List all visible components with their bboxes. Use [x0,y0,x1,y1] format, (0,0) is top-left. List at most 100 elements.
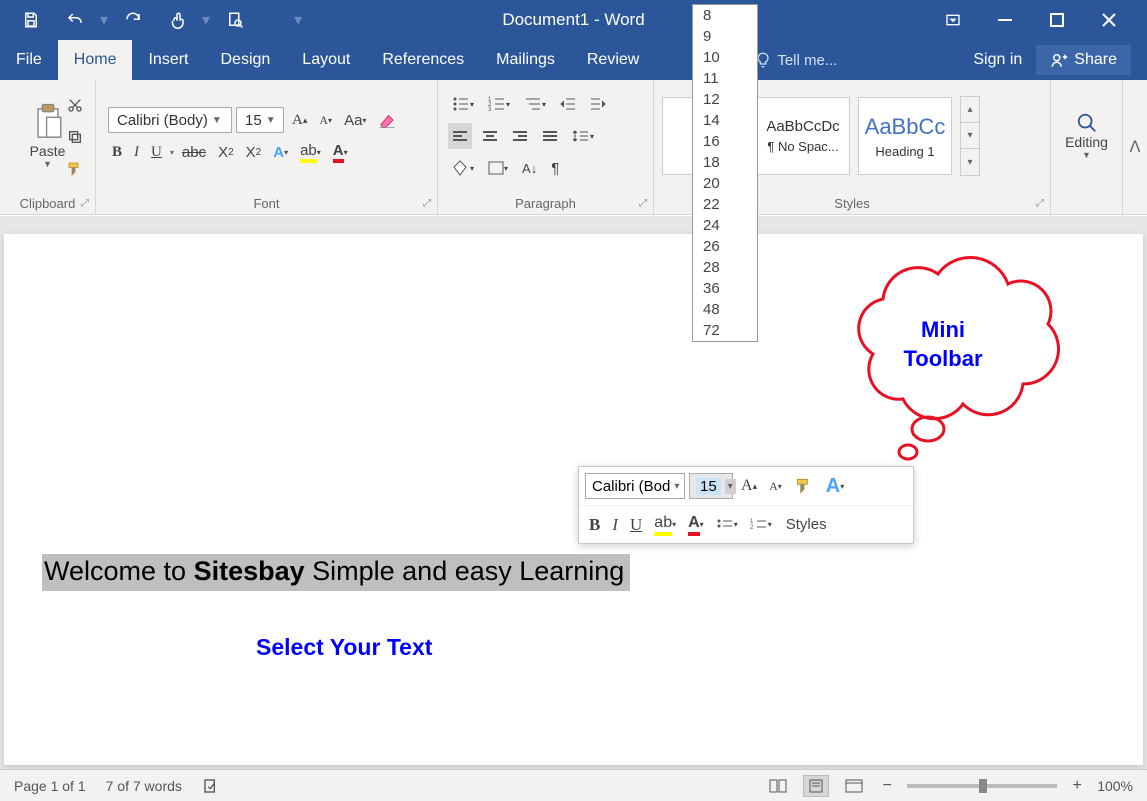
size-option[interactable]: 16 [693,131,757,152]
page-indicator[interactable]: Page 1 of 1 [14,778,86,794]
redo-icon[interactable] [120,7,146,33]
mini-size-combo[interactable]: 15▾ [689,473,733,499]
styles-more-icon[interactable]: ▾ [961,149,979,175]
tab-home[interactable]: Home [58,40,133,80]
styles-down-icon[interactable]: ▾ [961,123,979,149]
save-icon[interactable] [18,7,44,33]
font-size-combo[interactable]: 15▼ [236,107,284,133]
copy-icon[interactable] [62,124,88,150]
text-effects-icon[interactable]: A▾ [269,139,292,165]
tab-design[interactable]: Design [204,40,286,80]
format-painter-icon[interactable] [62,156,88,182]
line-spacing-icon[interactable]: ▾ [568,123,598,149]
tab-review[interactable]: Review [571,40,655,80]
style-no-spacing[interactable]: AaBbCcDc ¶ No Spac... [756,97,850,175]
decrease-font-icon[interactable]: A▾ [315,107,336,133]
show-marks-icon[interactable]: ¶ [547,155,563,181]
size-option[interactable]: 24 [693,215,757,236]
mini-numbering-icon[interactable]: 12▾ [746,516,776,534]
size-option[interactable]: 9 [693,26,757,47]
size-option[interactable]: 11 [693,68,757,89]
find-button[interactable]: Editing ▼ [1065,112,1108,160]
selected-text[interactable]: Welcome to Sitesbay Simple and easy Lear… [42,554,630,591]
mini-highlight-icon[interactable]: ab▾ [650,512,680,538]
print-layout-icon[interactable] [803,775,829,797]
font-launcher-icon[interactable]: ⤢ [423,198,431,209]
styles-up-icon[interactable]: ▴ [961,97,979,123]
shading-icon[interactable]: ▾ [448,155,478,181]
bullets-icon[interactable]: ▾ [448,91,478,117]
mini-decrease-font-icon[interactable]: A▾ [765,477,786,496]
tell-me-search[interactable]: Tell me... [755,40,837,80]
size-option[interactable]: 12 [693,89,757,110]
cut-icon[interactable] [62,92,88,118]
print-preview-icon[interactable] [222,7,248,33]
paste-button[interactable]: Paste ▼ [30,103,66,169]
font-color-icon[interactable]: A▾ [329,139,352,165]
bold-button[interactable]: B [108,139,126,165]
mini-bullets-icon[interactable]: ▾ [712,516,742,534]
size-option[interactable]: 10 [693,47,757,68]
undo-icon[interactable] [62,7,88,33]
size-option[interactable]: 20 [693,173,757,194]
maximize-icon[interactable] [1043,6,1071,34]
ribbon-display-icon[interactable] [939,6,967,34]
mini-format-painter-icon[interactable] [790,474,818,498]
underline-button[interactable]: U [147,139,166,165]
collapse-ribbon-icon[interactable]: ᐱ [1123,80,1147,214]
justify-icon[interactable] [538,123,562,149]
numbering-icon[interactable]: 123▾ [484,91,514,117]
size-option[interactable]: 18 [693,152,757,173]
size-option[interactable]: 28 [693,257,757,278]
spellcheck-icon[interactable] [202,778,220,794]
minimize-icon[interactable] [991,6,1019,34]
tab-references[interactable]: References [366,40,480,80]
italic-button[interactable]: I [130,139,143,165]
mini-increase-font-icon[interactable]: A▴ [737,475,761,497]
align-right-icon[interactable] [508,123,532,149]
clipboard-launcher-icon[interactable]: ⤢ [81,198,89,209]
size-option[interactable]: 36 [693,278,757,299]
size-option[interactable]: 8 [693,5,757,26]
style-heading1[interactable]: AaBbCc Heading 1 [858,97,952,175]
multilevel-icon[interactable]: ▾ [520,91,550,117]
read-mode-icon[interactable] [765,775,791,797]
subscript-button[interactable]: X2 [214,139,238,165]
size-option[interactable]: 22 [693,194,757,215]
web-layout-icon[interactable] [841,775,867,797]
zoom-level[interactable]: 100% [1097,778,1133,794]
mini-text-effects-icon[interactable]: A▾ [822,473,848,500]
tab-layout[interactable]: Layout [286,40,366,80]
mini-italic-button[interactable]: I [608,513,622,537]
superscript-button[interactable]: X2 [242,139,266,165]
align-left-icon[interactable] [448,123,472,149]
size-option[interactable]: 14 [693,110,757,131]
increase-font-icon[interactable]: A▴ [288,107,311,133]
size-option[interactable]: 26 [693,236,757,257]
mini-font-color-icon[interactable]: A▾ [684,512,708,538]
tab-insert[interactable]: Insert [132,40,204,80]
clear-formatting-icon[interactable] [374,107,400,133]
size-option[interactable]: 72 [693,320,757,341]
mini-font-combo[interactable]: Calibri (Bod▾ [585,473,685,499]
mini-underline-button[interactable]: U [626,513,646,537]
tab-file[interactable]: File [0,40,58,80]
strikethrough-button[interactable]: abc [178,139,210,165]
font-name-combo[interactable]: Calibri (Body)▼ [108,107,232,133]
close-icon[interactable] [1095,6,1123,34]
paragraph-launcher-icon[interactable]: ⤢ [639,198,647,209]
mini-bold-button[interactable]: B [585,513,604,537]
mini-styles-button[interactable]: Styles [780,516,833,533]
zoom-out-button[interactable]: − [879,777,895,795]
align-center-icon[interactable] [478,123,502,149]
sort-icon[interactable]: A↓ [518,155,541,181]
tab-mailings[interactable]: Mailings [480,40,571,80]
share-button[interactable]: Share [1036,45,1131,75]
decrease-indent-icon[interactable] [556,91,580,117]
zoom-slider[interactable] [907,784,1057,788]
change-case-icon[interactable]: Aa▾ [340,107,370,133]
page[interactable]: Welcome to Sitesbay Simple and easy Lear… [4,234,1143,765]
touch-mode-icon[interactable] [164,7,190,33]
zoom-in-button[interactable]: + [1069,777,1085,795]
size-option[interactable]: 48 [693,299,757,320]
